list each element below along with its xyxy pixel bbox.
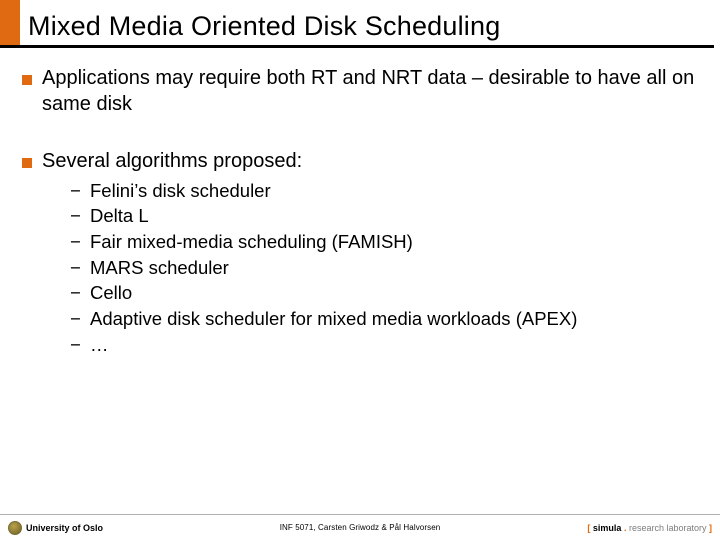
sub-item: −MARS scheduler	[70, 256, 700, 280]
dash-icon: −	[70, 307, 84, 331]
footer-dot: .	[621, 523, 629, 533]
sub-item: −Adaptive disk scheduler for mixed media…	[70, 307, 700, 331]
sub-list: −Felini’s disk scheduler −Delta L −Fair …	[70, 179, 700, 357]
footer-bracket-close: ]	[707, 523, 713, 533]
bullet-text: Several algorithms proposed: −Felini’s d…	[42, 149, 700, 358]
bullet-square-icon	[22, 75, 32, 85]
dash-icon: −	[70, 256, 84, 280]
sub-item: −Delta L	[70, 204, 700, 228]
bullet-item: Several algorithms proposed: −Felini’s d…	[22, 149, 700, 358]
university-seal-icon	[8, 521, 22, 535]
sub-item-text: Fair mixed-media scheduling (FAMISH)	[90, 230, 413, 254]
dash-icon: −	[70, 230, 84, 254]
dash-icon: −	[70, 333, 84, 357]
footer-left-text: University of Oslo	[26, 523, 103, 533]
bullet-text-label: Several algorithms proposed:	[42, 150, 302, 172]
sub-item: −Felini’s disk scheduler	[70, 179, 700, 203]
dash-icon: −	[70, 179, 84, 203]
sub-item: −…	[70, 333, 700, 357]
sub-item: −Cello	[70, 281, 700, 305]
slide-content: Applications may require both RT and NRT…	[0, 48, 720, 358]
footer-rest: research laboratory	[629, 523, 707, 533]
dash-icon: −	[70, 204, 84, 228]
slide-title: Mixed Media Oriented Disk Scheduling	[20, 11, 500, 45]
sub-item-text: Delta L	[90, 204, 149, 228]
footer-center: INF 5071, Carsten Griwodz & Pål Halvorse…	[280, 523, 441, 532]
footer-left: University of Oslo	[8, 521, 103, 535]
sub-item-text: Felini’s disk scheduler	[90, 179, 271, 203]
sub-item-text: Cello	[90, 281, 132, 305]
bullet-square-icon	[22, 158, 32, 168]
sub-item-text: MARS scheduler	[90, 256, 229, 280]
footer-brand: simula	[593, 523, 622, 533]
footer-right: [ simula . research laboratory ]	[587, 523, 712, 533]
sub-item-text: Adaptive disk scheduler for mixed media …	[90, 307, 577, 331]
sub-item-text: …	[90, 333, 109, 357]
sub-item: −Fair mixed-media scheduling (FAMISH)	[70, 230, 700, 254]
bullet-text: Applications may require both RT and NRT…	[42, 66, 700, 117]
footer: University of Oslo INF 5071, Carsten Gri…	[0, 514, 720, 540]
title-bar: Mixed Media Oriented Disk Scheduling	[0, 0, 714, 48]
bullet-item: Applications may require both RT and NRT…	[22, 66, 700, 117]
title-accent	[0, 0, 20, 45]
dash-icon: −	[70, 281, 84, 305]
